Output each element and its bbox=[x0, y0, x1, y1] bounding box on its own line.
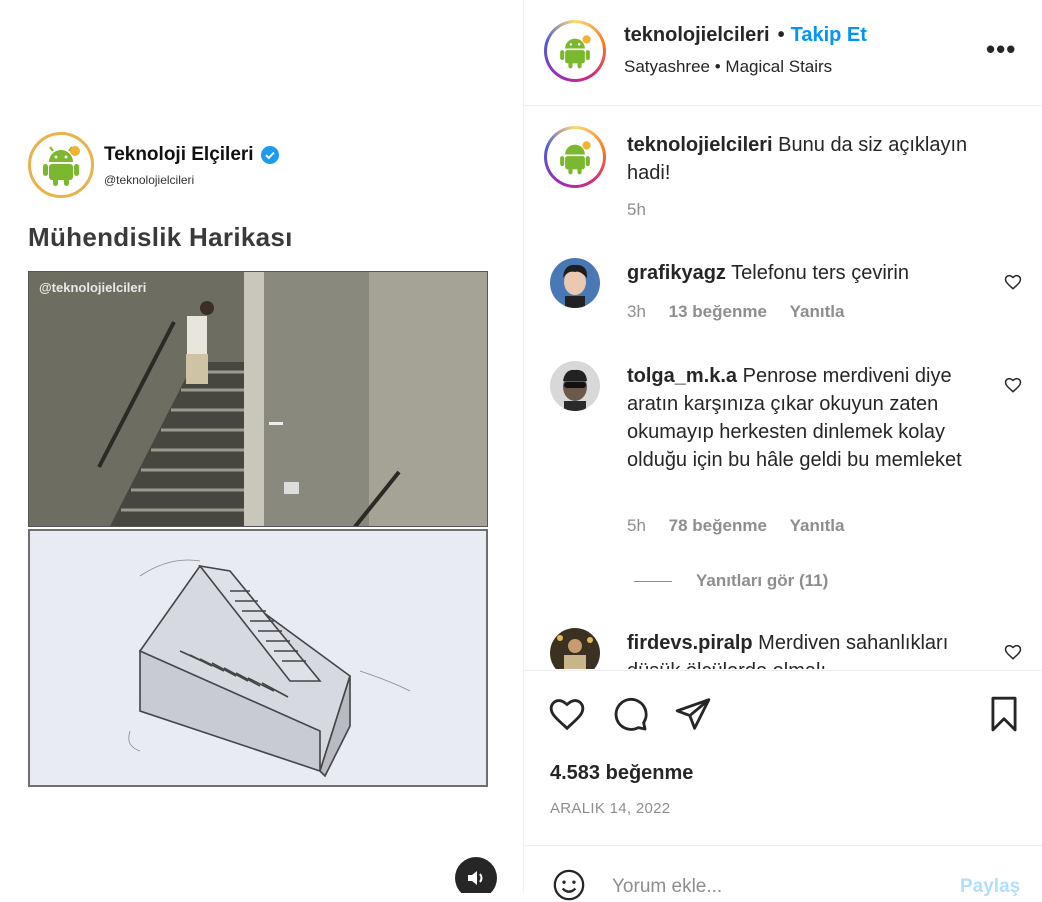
verified-badge-icon bbox=[260, 145, 279, 164]
comment-time[interactable]: 3h bbox=[627, 302, 646, 321]
like-heart-icon[interactable] bbox=[548, 695, 586, 733]
post-media[interactable]: Teknoloji Elçileri @teknolojielcileri Mü… bbox=[0, 0, 523, 893]
penrose-stairs-sketch bbox=[28, 529, 488, 787]
comments-list[interactable]: teknolojielcileri Bunu da siz açıklayın … bbox=[524, 106, 1042, 669]
comment-text-block: grafikyagz Telefonu ters çevirin bbox=[627, 259, 987, 287]
caption-text-block: teknolojielcileri Bunu da siz açıklayın … bbox=[627, 131, 987, 187]
comment-username[interactable]: firdevs.piralp bbox=[627, 632, 753, 654]
caption-avatar[interactable] bbox=[544, 126, 606, 188]
audio-attribution[interactable]: Satyashree • Magical Stairs bbox=[624, 57, 832, 77]
view-replies-line bbox=[634, 580, 672, 582]
commenter-avatar[interactable] bbox=[550, 258, 600, 308]
post-date[interactable]: ARALIK 14, 2022 bbox=[550, 800, 670, 817]
user-avatar-photo bbox=[550, 258, 600, 308]
comment-username[interactable]: grafikyagz bbox=[627, 262, 726, 284]
comment-meta: 3h 13 beğenme Yanıtla bbox=[627, 302, 862, 322]
header-separator: • bbox=[777, 24, 785, 46]
staircase-photo: @teknolojielcileri bbox=[28, 271, 488, 527]
add-comment-input[interactable]: Yorum ekle... bbox=[612, 876, 722, 898]
comment-text: Telefonu ters çevirin bbox=[731, 262, 910, 284]
media-account-header: Teknoloji Elçileri @teknolojielcileri bbox=[28, 132, 280, 198]
comment-text-block: firdevs.piralp Merdiven sahanlıkları düş… bbox=[627, 629, 987, 669]
audio-title[interactable]: Magical Stairs bbox=[725, 57, 832, 76]
comment-likes[interactable]: 78 beğenme bbox=[669, 516, 767, 535]
comment-meta: 5h 78 beğenme Yanıtla bbox=[627, 516, 862, 536]
post-comment-button[interactable]: Paylaş bbox=[960, 876, 1020, 898]
header-username[interactable]: teknolojielcileri bbox=[624, 24, 770, 46]
caption-username[interactable]: teknolojielcileri bbox=[627, 134, 773, 156]
comment-username[interactable]: tolga_m.k.a bbox=[627, 365, 737, 387]
user-avatar-photo bbox=[550, 628, 600, 669]
header-avatar[interactable] bbox=[544, 20, 606, 82]
media-headline: Mühendislik Harikası bbox=[28, 222, 293, 252]
share-send-icon[interactable] bbox=[674, 695, 712, 733]
penrose-stairs-drawing bbox=[128, 559, 411, 778]
android-logo-icon bbox=[560, 35, 591, 69]
like-count[interactable]: 4.583 beğenme bbox=[550, 762, 693, 785]
view-replies-button[interactable]: Yanıtları gör (11) bbox=[634, 571, 828, 591]
comment-likes[interactable]: 13 beğenme bbox=[669, 302, 767, 321]
media-watermark: @teknolojielcileri bbox=[39, 280, 147, 295]
media-account-avatar bbox=[28, 132, 94, 198]
comment-like-heart-icon[interactable] bbox=[1004, 376, 1022, 394]
comment-bubble-icon[interactable] bbox=[611, 695, 649, 733]
media-account-name: Teknoloji Elçileri bbox=[104, 144, 280, 166]
more-options-button[interactable]: ••• bbox=[986, 34, 1016, 65]
audio-artist[interactable]: Satyashree bbox=[624, 57, 710, 76]
reply-button[interactable]: Yanıtla bbox=[790, 516, 845, 535]
comment-like-heart-icon[interactable] bbox=[1004, 273, 1022, 291]
speaker-icon bbox=[468, 871, 483, 885]
android-logo-icon bbox=[43, 146, 80, 186]
reply-button[interactable]: Yanıtla bbox=[790, 302, 845, 321]
post-actions: 4.583 beğenme ARALIK 14, 2022 bbox=[524, 670, 1042, 846]
commenter-avatar[interactable] bbox=[550, 628, 600, 669]
audio-separator: • bbox=[714, 57, 721, 76]
mute-toggle-button[interactable] bbox=[455, 857, 497, 893]
commenter-avatar[interactable] bbox=[550, 361, 600, 411]
media-account-name-text: Teknoloji Elçileri bbox=[104, 143, 254, 165]
post-details-panel: teknolojielcileri • Takip Et Satyashree • … bbox=[524, 0, 1042, 901]
caption-time[interactable]: 5h bbox=[627, 200, 646, 219]
media-account-handle: @teknolojielcileri bbox=[104, 172, 195, 187]
caption-meta: 5h bbox=[627, 200, 664, 220]
comment-like-heart-icon[interactable] bbox=[1004, 643, 1022, 661]
user-avatar-photo bbox=[550, 361, 600, 411]
view-replies-label[interactable]: Yanıtları gör (11) bbox=[696, 571, 828, 591]
emoji-icon[interactable] bbox=[552, 868, 586, 902]
save-bookmark-icon[interactable] bbox=[985, 695, 1023, 733]
comment-time[interactable]: 5h bbox=[627, 516, 646, 535]
post-header: teknolojielcileri • Takip Et Satyashree • … bbox=[524, 0, 1042, 106]
staircase-photo-illustration bbox=[29, 272, 487, 526]
comment-text-block: tolga_m.k.a Penrose merdiveni diye aratı… bbox=[627, 362, 987, 474]
android-logo-icon bbox=[560, 141, 591, 175]
add-comment-bar: Yorum ekle... Paylaş bbox=[524, 845, 1042, 901]
follow-button[interactable]: Takip Et bbox=[791, 24, 867, 46]
